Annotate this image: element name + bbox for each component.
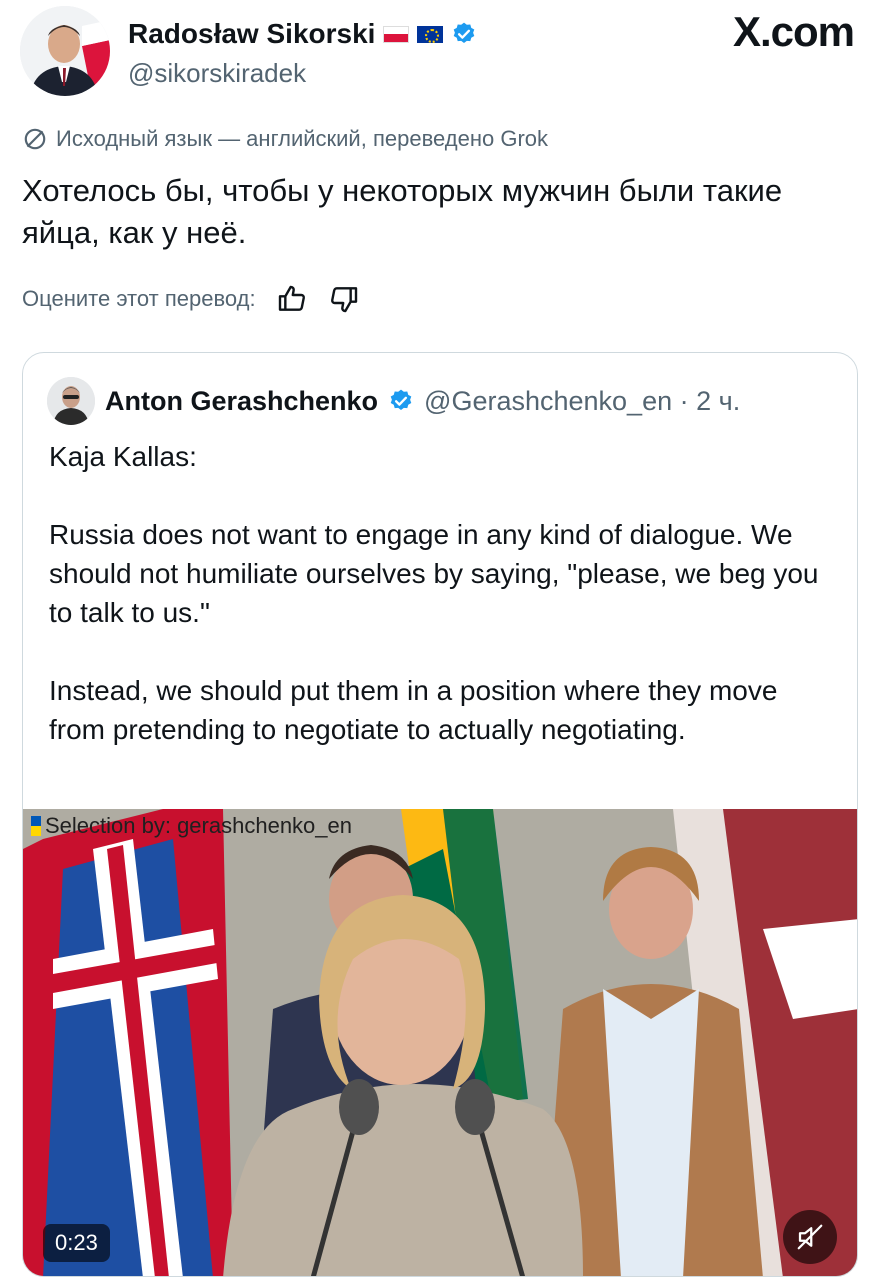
- eu-flag-icon: [417, 25, 444, 43]
- site-logo: X.com: [732, 8, 855, 55]
- muted-speaker-icon: [797, 1224, 823, 1250]
- translation-notice: Исходный язык — английский, переведено G…: [22, 126, 548, 152]
- verified-badge-icon: [454, 22, 475, 43]
- rate-translation: Оцените этот перевод:: [22, 283, 360, 315]
- quoted-post-text: Kaja Kallas: Russia does not want to eng…: [49, 441, 819, 745]
- author-handle[interactable]: @sikorskiradek: [128, 58, 306, 89]
- thumbs-up-icon[interactable]: [276, 283, 308, 315]
- verified-badge-icon: [390, 389, 412, 410]
- video-player[interactable]: Selection by: gerashchenko_en 0:23: [23, 809, 857, 1276]
- translation-notice-text: Исходный язык — английский, переведено G…: [56, 126, 549, 151]
- author-name-row: Radosław Sikorski: [128, 18, 477, 50]
- quoted-post-header: Anton Gerashchenko @Gerashchenko_en · 2 …: [47, 377, 740, 425]
- video-overlay-text: Selection by: gerashchenko_en: [45, 813, 352, 838]
- video-frame: [23, 809, 857, 1276]
- quoted-author-avatar[interactable]: [47, 377, 95, 425]
- quoted-author-name[interactable]: Anton Gerashchenko: [105, 386, 378, 417]
- quoted-author-handle-time[interactable]: @Gerashchenko_en · 2 ч.: [424, 386, 740, 417]
- thumbs-down-icon[interactable]: [328, 283, 360, 315]
- ukraine-flag-icon: [31, 816, 41, 836]
- post-text: Хотелось бы, чтобы у некоторых мужчин бы…: [22, 173, 783, 250]
- quoted-post[interactable]: Anton Gerashchenko @Gerashchenko_en · 2 …: [22, 352, 858, 1277]
- video-duration: 0:23: [43, 1224, 110, 1262]
- mute-button[interactable]: [783, 1210, 837, 1264]
- author-avatar[interactable]: [20, 6, 110, 96]
- author-display-name[interactable]: Radosław Sikorski: [128, 18, 375, 50]
- rate-translation-label: Оцените этот перевод:: [22, 286, 256, 311]
- video-overlay-label: Selection by: gerashchenko_en: [31, 813, 352, 839]
- slash-circle-icon: [24, 128, 46, 150]
- poland-flag-icon: [383, 25, 410, 43]
